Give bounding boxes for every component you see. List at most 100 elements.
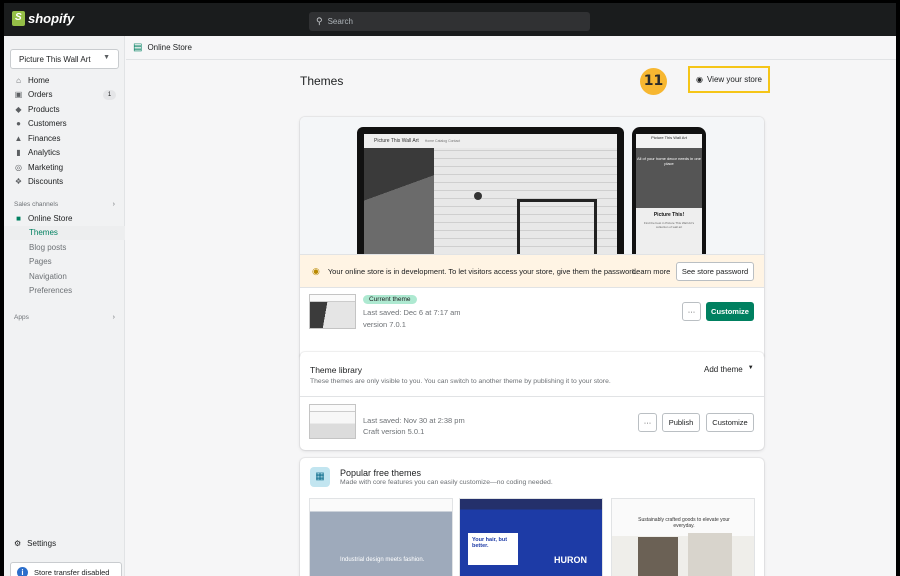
last-saved-text: Last saved: Nov 30 at 2:38 pm: [363, 416, 465, 425]
tablet-screen: Picture This Wall Art Home Catalog Conta…: [364, 134, 617, 254]
sidebar-item-finances[interactable]: ▲ Finances: [4, 131, 125, 146]
gear-icon: ⚙: [14, 539, 22, 548]
more-actions-button[interactable]: ···: [682, 302, 701, 321]
sidebar-subitem-themes[interactable]: Themes: [4, 225, 125, 240]
sidebar-subitem-navigation[interactable]: Navigation: [4, 269, 125, 284]
phone-header: Picture This Wall Art: [636, 134, 702, 148]
sidebar-item-analytics[interactable]: ▮ Analytics: [4, 146, 125, 161]
sidebar-subitem-preferences[interactable]: Preferences: [4, 284, 125, 299]
lamp-image: [474, 192, 482, 200]
caret-down-icon: ▼: [747, 365, 754, 371]
theme-brand: HURON: [554, 555, 587, 565]
development-banner: ◉ Your online store is in development. T…: [300, 254, 764, 287]
store-transfer-notice[interactable]: i Store transfer disabled: [10, 562, 122, 576]
theme-caption: Your hair, but better.: [468, 533, 518, 565]
learn-more-link[interactable]: Learn more: [632, 267, 670, 276]
popular-theme-thumbnail[interactable]: Sustainably crafted goods to elevate you…: [611, 498, 755, 576]
customize-button[interactable]: Customize: [706, 302, 754, 321]
store-selector[interactable]: Picture This Wall Art ▼: [10, 49, 119, 69]
home-icon: ⌂: [16, 75, 21, 85]
store-name: Picture This Wall Art: [19, 54, 91, 64]
sidebar-subitem-blog-posts[interactable]: Blog posts: [4, 240, 125, 255]
sidebar-item-products[interactable]: ◆ Products: [4, 102, 125, 117]
library-theme-row: Last saved: Nov 30 at 2:38 pm Craft vers…: [300, 396, 764, 450]
sidebar-item-home[interactable]: ⌂ Home: [4, 73, 125, 88]
theme-image: [638, 537, 678, 576]
theme-caption: Sustainably crafted goods to elevate you…: [638, 517, 730, 529]
info-icon: i: [17, 566, 28, 576]
themes-icon: ▦: [310, 467, 330, 487]
theme-library-card: Theme library These themes are only visi…: [300, 352, 764, 450]
app-window: shopify ⚲ Search Picture This Wall Art ▼…: [4, 3, 896, 576]
popular-themes-card: ▦ Popular free themes Made with core fea…: [300, 458, 764, 576]
settings-label: Settings: [27, 539, 57, 548]
phone-screen: Picture This Wall Art All of your home d…: [636, 134, 702, 254]
sales-channels-header[interactable]: Sales channels ›: [4, 197, 125, 211]
theme-version-text: version 7.0.1: [363, 320, 406, 329]
brand-name: shopify: [28, 11, 75, 26]
storefront-icon: ▤: [133, 42, 143, 53]
add-theme-button[interactable]: Add theme ▼: [704, 365, 754, 374]
search-input[interactable]: ⚲ Search: [309, 12, 590, 31]
tag-icon: ◆: [15, 104, 22, 114]
chevron-right-icon: ›: [112, 200, 115, 208]
theme-image: [688, 533, 732, 576]
popular-theme-thumbnail[interactable]: Industrial design meets fashion.: [309, 498, 453, 576]
sidebar-item-customers[interactable]: ● Customers: [4, 117, 125, 132]
view-store-label: View your store: [706, 75, 762, 84]
popular-themes-title: Popular free themes: [340, 468, 422, 478]
breadcrumb-label[interactable]: Online Store: [147, 43, 191, 52]
popular-theme-thumbnail[interactable]: Your hair, but better. HURON: [459, 498, 603, 576]
discount-icon: ❖: [14, 177, 23, 187]
sidebar-item-label: Customers: [28, 119, 67, 129]
apps-header[interactable]: Apps ›: [4, 310, 125, 324]
last-saved-text: Last saved: Dec 6 at 7:17 am: [363, 308, 461, 317]
apps-label: Apps: [14, 313, 29, 321]
sidebar-subitem-pages[interactable]: Pages: [4, 255, 125, 270]
sales-channels-label: Sales channels: [14, 200, 59, 208]
see-store-password-button[interactable]: See store password: [676, 262, 754, 281]
phone-title: Picture This!: [653, 212, 685, 218]
preview-store-name: Picture This Wall Art: [374, 138, 419, 144]
bar-chart-icon: ▮: [16, 148, 21, 158]
page-title: Themes: [300, 74, 344, 88]
view-store-button[interactable]: ◉ View your store: [688, 66, 770, 93]
tablet-preview: Picture This Wall Art Home Catalog Conta…: [357, 127, 624, 254]
sidebar-item-label: Finances: [28, 133, 61, 143]
phone-subtitle: Find the best in Picture This Wall Art's…: [643, 221, 695, 229]
search-placeholder: Search: [327, 17, 353, 26]
shelf-image: [517, 199, 597, 254]
sidebar-item-label: Online Store: [28, 213, 73, 223]
add-theme-label: Add theme: [704, 365, 743, 374]
caret-down-icon: ▼: [103, 54, 110, 61]
sidebar-item-marketing[interactable]: ◎ Marketing: [4, 160, 125, 175]
sidebar-item-label: Home: [28, 75, 50, 85]
shopify-logo[interactable]: shopify: [12, 11, 74, 26]
theme-version-text: Craft version 5.0.1: [363, 427, 425, 436]
stairs-image: [364, 148, 434, 254]
theme-preview: Picture This Wall Art Home Catalog Conta…: [300, 117, 764, 254]
sidebar-item-discounts[interactable]: ❖ Discounts: [4, 175, 125, 190]
sidebar-item-settings[interactable]: ⚙ Settings: [14, 539, 56, 548]
person-icon: ●: [16, 119, 21, 129]
sidebar-nav: ⌂ Home ▣ Orders 1 ◆ Products ● Customers…: [4, 73, 125, 324]
customize-button[interactable]: Customize: [706, 413, 754, 432]
storefront-icon: ■: [16, 213, 21, 223]
preview-header: Picture This Wall Art Home Catalog Conta…: [364, 134, 617, 148]
publish-button[interactable]: Publish: [662, 413, 700, 432]
current-theme-card: Picture This Wall Art Home Catalog Conta…: [300, 117, 764, 359]
phone-hero: All of your home decor needs in one plac…: [636, 148, 702, 208]
more-actions-button[interactable]: ···: [638, 413, 657, 432]
shopify-bag-icon: [12, 11, 25, 26]
preview-nav-links: Home Catalog Contact: [424, 139, 461, 143]
breadcrumb: ▤ Online Store: [126, 36, 896, 60]
top-bar: shopify ⚲ Search: [4, 3, 896, 36]
sidebar-item-online-store[interactable]: ■ Online Store: [4, 211, 125, 226]
popular-themes-description: Made with core features you can easily c…: [340, 479, 553, 486]
banner-text: Your online store is in development. To …: [327, 266, 639, 276]
lock-icon: ◉: [312, 265, 320, 276]
sidebar-item-label: Discounts: [28, 177, 64, 187]
sidebar-item-orders[interactable]: ▣ Orders 1: [4, 88, 125, 103]
